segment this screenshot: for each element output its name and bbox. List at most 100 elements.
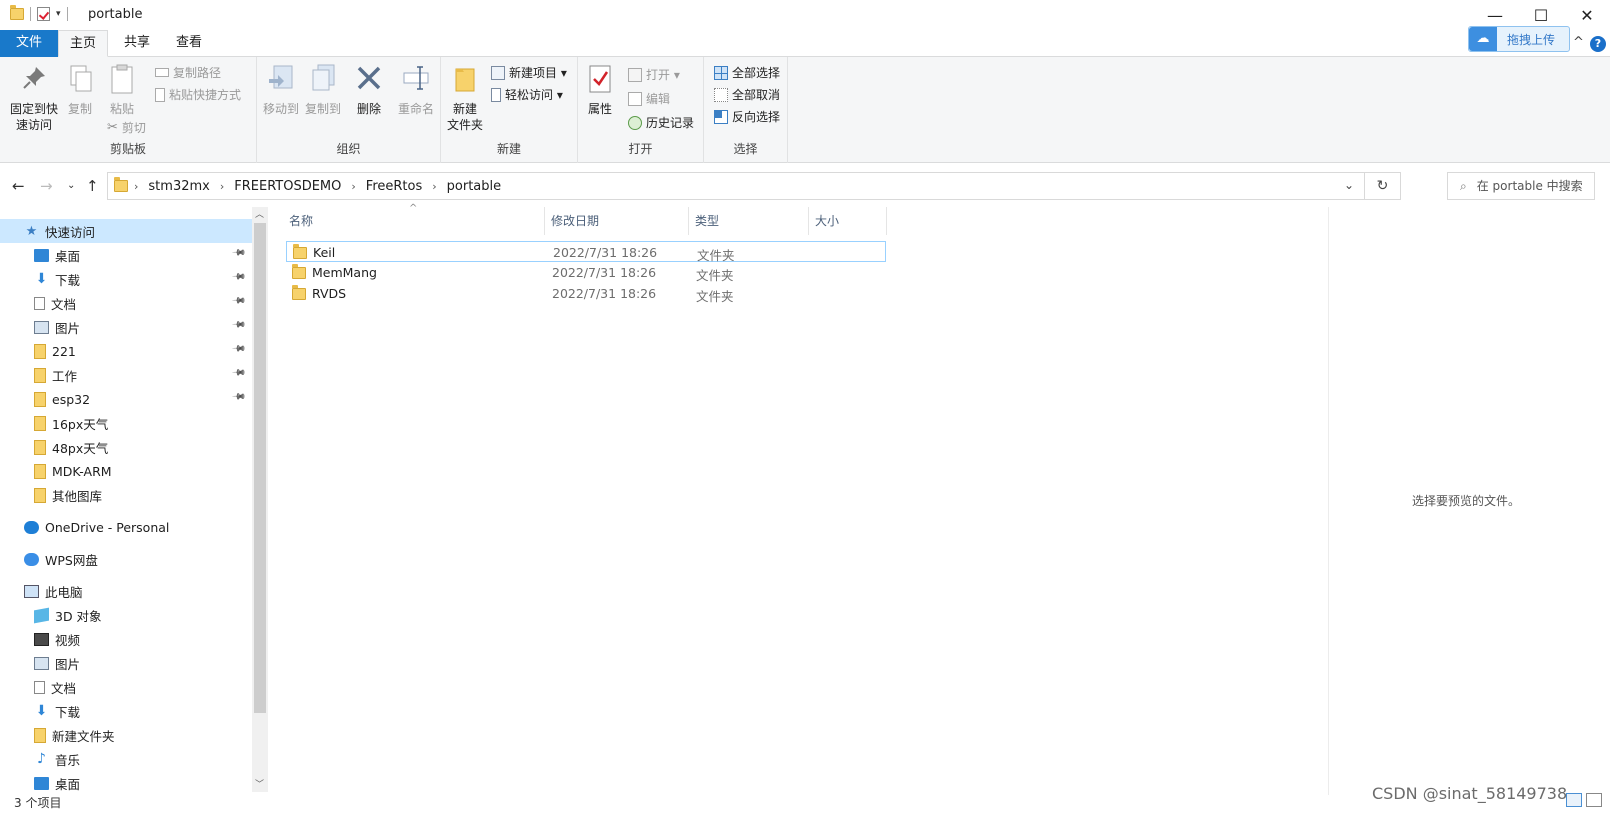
sidebar-item[interactable]: 视频 [0, 627, 252, 651]
address-bar[interactable]: › stm32mx › FREERTOSDEMO › FreeRtos › po… [107, 172, 1401, 200]
sidebar-item[interactable]: 图片 📌 [0, 315, 252, 339]
paste-button[interactable]: 粘贴 [104, 63, 140, 117]
recent-locations-chevron-icon[interactable]: ⌄ [67, 180, 75, 191]
file-row[interactable]: RVDS 2022/7/31 18:26 文件夹 [286, 283, 886, 304]
breadcrumb-item[interactable]: FreeRtos [362, 179, 426, 194]
copy-path-button[interactable]: 复制路径 [155, 64, 221, 81]
up-arrow-icon[interactable]: ↑ [86, 177, 99, 195]
pin-icon[interactable]: 📌 [231, 341, 246, 356]
properties-quick-icon[interactable] [37, 7, 50, 21]
sidebar-item[interactable]: 16px天气 [0, 411, 252, 435]
edit-button[interactable]: 编辑 [628, 90, 670, 107]
sidebar-item[interactable]: ★ 快速访问 [0, 219, 252, 243]
sidebar-item-label: 此电脑 [45, 584, 83, 600]
copy-to-icon [308, 63, 338, 95]
tab-home[interactable]: 主页 [58, 30, 108, 57]
pin-icon[interactable]: 📌 [231, 389, 246, 404]
column-header-modified[interactable]: 修改日期 [545, 207, 689, 235]
sidebar-item[interactable]: 其他图库 [0, 483, 252, 507]
properties-button[interactable]: 属性 [584, 63, 616, 117]
help-button[interactable]: ? [1590, 36, 1606, 52]
tab-view[interactable]: 查看 [162, 30, 216, 57]
sidebar-item[interactable]: 图片 [0, 651, 252, 675]
sidebar-item[interactable]: 新建文件夹 [0, 723, 252, 747]
select-none-button[interactable]: 全部取消 [714, 86, 780, 103]
chevron-right-icon[interactable]: › [345, 180, 361, 193]
chevron-right-icon[interactable]: › [214, 180, 230, 193]
file-name: MemMang [312, 265, 377, 280]
large-icons-view-icon[interactable] [1586, 793, 1602, 807]
history-button[interactable]: 历史记录 [628, 114, 694, 131]
sidebar-item[interactable]: 3D 对象 [0, 603, 252, 627]
breadcrumb-item[interactable]: portable [443, 179, 505, 194]
details-view-icon[interactable] [1566, 793, 1582, 807]
column-header-name[interactable]: 名称 [283, 207, 545, 235]
rename-button[interactable]: 重命名 [394, 63, 438, 117]
customize-quick-access-icon[interactable]: ▾ [56, 9, 61, 19]
sidebar-item[interactable]: esp32 📌 [0, 387, 252, 411]
select-all-button[interactable]: 全部选择 [714, 64, 780, 81]
new-folder-button[interactable]: 新建 文件夹 [445, 63, 485, 133]
folder-icon [34, 487, 46, 503]
easy-access-button[interactable]: 轻松访问 ▾ [491, 86, 563, 103]
folder-icon [114, 177, 128, 192]
pin-icon[interactable]: 📌 [231, 365, 246, 380]
sidebar-item-label: 桌面 [55, 248, 81, 264]
pin-quick-access-button[interactable]: 固定到快 速访问 [6, 63, 62, 133]
scroll-up-arrow-icon[interactable]: ︿ [255, 207, 264, 220]
picture-icon [34, 656, 49, 670]
cut-button[interactable]: ✂ 剪切 [107, 119, 146, 136]
sidebar-item[interactable]: 桌面 [0, 771, 252, 795]
refresh-icon[interactable]: ↻ [1364, 173, 1400, 199]
sidebar-item[interactable]: WPS网盘 [0, 547, 252, 571]
chevron-right-icon[interactable]: › [426, 180, 442, 193]
file-row[interactable]: MemMang 2022/7/31 18:26 文件夹 [286, 262, 886, 283]
breadcrumb-item[interactable]: FREERTOSDEMO [230, 179, 345, 194]
breadcrumb-item[interactable]: stm32mx [144, 179, 213, 194]
scrollbar-thumb[interactable] [254, 223, 266, 713]
sidebar-item[interactable]: OneDrive - Personal [0, 515, 252, 539]
sidebar-item[interactable]: ♪ 音乐 [0, 747, 252, 771]
copy-button[interactable]: 复制 [64, 63, 96, 117]
drag-upload-button[interactable]: ☁ 拖拽上传 [1468, 26, 1570, 52]
sidebar-item[interactable]: ⬇ 下载 📌 [0, 267, 252, 291]
sidebar-item-label: 3D 对象 [55, 608, 102, 624]
paste-shortcut-button[interactable]: 粘贴快捷方式 [155, 86, 241, 103]
sidebar-item[interactable]: 221 📌 [0, 339, 252, 363]
pin-icon[interactable]: 📌 [231, 293, 246, 308]
file-row[interactable]: Keil 2022/7/31 18:26 文件夹 [286, 241, 886, 263]
pin-icon[interactable]: 📌 [231, 245, 246, 260]
folder-icon [10, 5, 24, 20]
copy-to-button[interactable]: 复制到 [303, 63, 343, 117]
column-header-size[interactable]: 大小 [809, 207, 887, 235]
scroll-down-arrow-icon[interactable]: ﹀ [255, 777, 264, 790]
pin-icon[interactable]: 📌 [231, 269, 246, 284]
sidebar-item[interactable]: ⬇ 下载 [0, 699, 252, 723]
column-header-type[interactable]: 类型 [689, 207, 809, 235]
new-item-button[interactable]: 新建项目 ▾ [491, 64, 567, 81]
move-to-button[interactable]: 移动到 [261, 63, 301, 117]
chevron-right-icon[interactable]: › [128, 180, 144, 193]
edit-icon [628, 91, 642, 106]
address-dropdown-chevron-icon[interactable]: ⌄ [1344, 178, 1354, 192]
nav-pane-scrollbar[interactable]: ︿ ﹀ [252, 207, 268, 792]
forward-arrow-icon[interactable]: → [40, 177, 53, 195]
title-bar: ▾ portable — ☐ ✕ [0, 0, 1610, 30]
sidebar-item[interactable]: 桌面 📌 [0, 243, 252, 267]
pin-icon[interactable]: 📌 [231, 317, 246, 332]
sidebar-item[interactable]: 文档 📌 [0, 291, 252, 315]
open-button[interactable]: 打开 ▾ [628, 66, 680, 83]
tab-share[interactable]: 共享 [112, 30, 162, 57]
collapse-ribbon-button[interactable]: ^ [1573, 35, 1584, 50]
sidebar-item[interactable]: 此电脑 [0, 579, 252, 603]
back-arrow-icon[interactable]: ← [12, 177, 25, 195]
search-input[interactable]: ⌕ 在 portable 中搜索 [1447, 172, 1595, 200]
close-button[interactable]: ✕ [1564, 0, 1610, 30]
tab-file[interactable]: 文件 [0, 30, 58, 57]
sidebar-item[interactable]: 48px天气 [0, 435, 252, 459]
sidebar-item[interactable]: 工作 📌 [0, 363, 252, 387]
sidebar-item[interactable]: 文档 [0, 675, 252, 699]
delete-button[interactable]: 删除 [351, 63, 387, 117]
invert-selection-button[interactable]: 反向选择 [714, 108, 780, 125]
sidebar-item[interactable]: MDK-ARM [0, 459, 252, 483]
